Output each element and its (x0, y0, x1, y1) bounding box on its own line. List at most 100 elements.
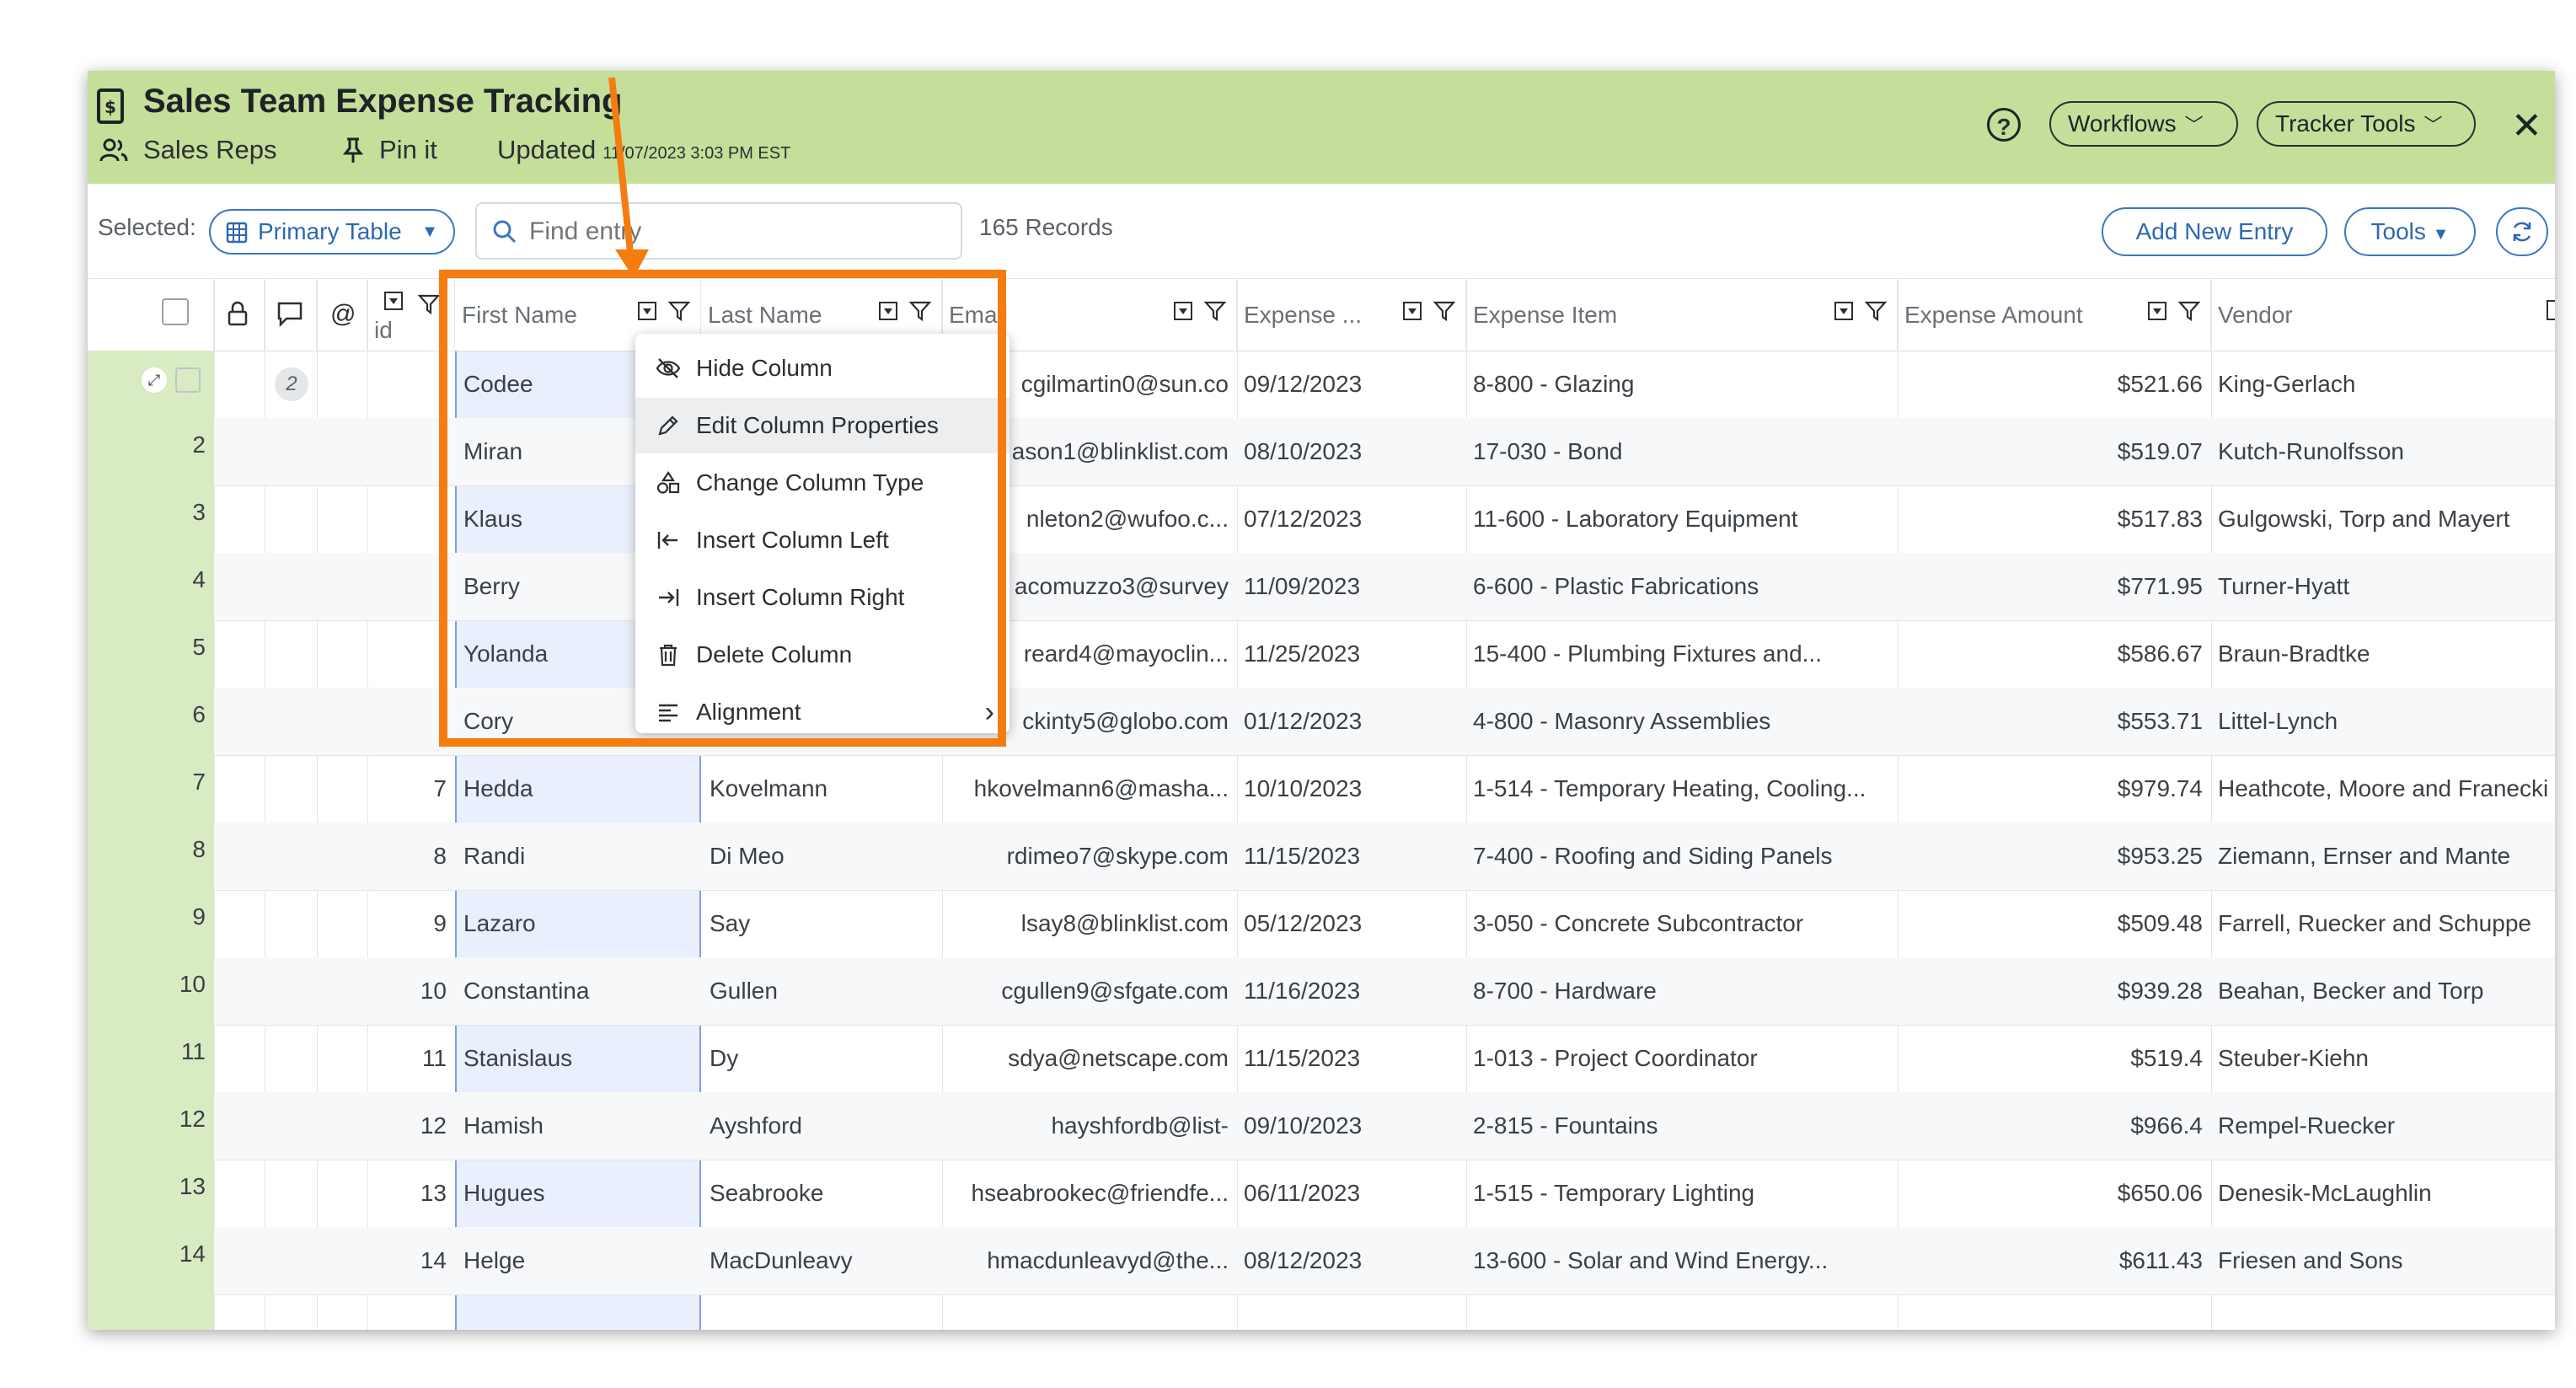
cell-first[interactable]: Hugues (457, 1160, 699, 1227)
cell-date[interactable]: 01/12/2023 (1237, 688, 1466, 755)
header-expense-date[interactable]: Expense ... (1237, 280, 1466, 351)
table-row[interactable]: 8 8 Randi Di Meo rdimeo7@skype.com 11/15/2023… (88, 823, 2555, 891)
cell-amount[interactable]: $650.06 (1898, 1160, 2211, 1227)
sort-icon[interactable] (2148, 302, 2166, 320)
filter-icon[interactable] (1433, 300, 1455, 322)
cell-amount[interactable]: $509.48 (1898, 890, 2211, 957)
cell-amount[interactable]: $771.95 (1898, 553, 2211, 620)
add-new-entry-button[interactable]: Add New Entry (2102, 207, 2327, 256)
cell-vendor[interactable]: Littel-Lynch (2211, 688, 2555, 755)
cell-item[interactable]: 1-013 - Project Coordinator (1466, 1025, 1898, 1092)
cell-id[interactable]: 12 (367, 1092, 452, 1160)
expand-icon[interactable]: ⤢ (142, 367, 167, 393)
cell-first[interactable]: Hamish (457, 1092, 699, 1160)
cell-vendor[interactable]: Denesik-McLaughlin (2211, 1160, 2555, 1227)
cell-amount[interactable]: $953.25 (1898, 823, 2211, 890)
search-input[interactable] (528, 214, 935, 249)
cell-email[interactable]: sdya@netscape.com (942, 1025, 1237, 1092)
search-box[interactable] (475, 202, 962, 260)
cell-item[interactable]: 6-600 - Plastic Fabrications (1466, 553, 1898, 620)
cell-vendor[interactable]: Braun-Bradtke (2211, 620, 2555, 688)
cell-last[interactable]: Ayshford (703, 1092, 940, 1160)
cell-vendor[interactable]: Friesen and Sons (2211, 1227, 2555, 1294)
cell-vendor[interactable]: Farrell, Ruecker and Schuppe (2211, 890, 2555, 957)
cell-vendor[interactable]: Steuber-Kiehn (2211, 1025, 2555, 1092)
filter-icon[interactable] (2178, 300, 2200, 322)
table-row[interactable]: 11 11 Stanislaus Dy sdya@netscape.com 11/15/2… (88, 1025, 2555, 1093)
tracker-tools-button[interactable]: Tracker Tools ﹀ (2257, 101, 2476, 147)
cell-item[interactable]: 13-600 - Solar and Wind Energy... (1466, 1227, 1898, 1294)
cell-amount[interactable]: $611.43 (1898, 1227, 2211, 1294)
cell-item[interactable]: 4-800 - Masonry Assemblies (1466, 688, 1898, 755)
cell-email[interactable]: hseabrookec@friendfe... (942, 1160, 1237, 1227)
table-row[interactable]: 10 10 Constantina Gullen cgullen9@sfgate.com… (88, 957, 2555, 1026)
cell-email[interactable]: hayshfordb@list- (942, 1092, 1237, 1160)
cell-date[interactable]: 11/25/2023 (1237, 620, 1466, 688)
cell-id[interactable]: 11 (367, 1025, 452, 1092)
cell-first[interactable]: Lazaro (457, 890, 699, 957)
cell-last[interactable]: Seabrooke (703, 1160, 940, 1227)
table-row[interactable]: 14 14 Helge MacDunleavy hmacdunleavyd@the...… (88, 1227, 2555, 1295)
cell-date[interactable]: 08/10/2023 (1237, 418, 1466, 485)
cell-date[interactable]: 07/12/2023 (1237, 485, 1466, 553)
cell-item[interactable]: 15-400 - Plumbing Fixtures and... (1466, 620, 1898, 688)
cell-vendor[interactable]: Beahan, Becker and Torp (2211, 957, 2555, 1025)
cell-amount[interactable]: $519.07 (1898, 418, 2211, 485)
cell-item[interactable]: 17-030 - Bond (1466, 418, 1898, 485)
cell-vendor[interactable]: Kutch-Runolfsson (2211, 418, 2555, 485)
sort-icon[interactable] (1174, 302, 1192, 320)
filter-icon[interactable] (1204, 300, 1226, 322)
cell-email[interactable]: cgullen9@sfgate.com (942, 957, 1237, 1025)
group-link[interactable]: Sales Reps (99, 135, 277, 165)
cell-date[interactable]: 09/12/2023 (1237, 351, 1466, 418)
cell-email[interactable]: hmacdunleavyd@the... (942, 1227, 1237, 1294)
cell-date[interactable]: 05/12/2023 (1237, 890, 1466, 957)
comment-count-badge[interactable]: 2 (275, 367, 308, 401)
cell-vendor[interactable]: King-Gerlach (2211, 351, 2555, 418)
table-row[interactable]: 12 12 Hamish Ayshford hayshfordb@list- 09/10/… (88, 1092, 2555, 1160)
cell-id[interactable]: 7 (367, 755, 452, 823)
cell-item[interactable]: 7-400 - Roofing and Siding Panels (1466, 823, 1898, 890)
cell-date[interactable]: 11/09/2023 (1237, 553, 1466, 620)
cell-item[interactable]: 8-700 - Hardware (1466, 957, 1898, 1025)
cell-id[interactable]: 13 (367, 1160, 452, 1227)
header-expense-item[interactable]: Expense Item (1466, 280, 1898, 351)
help-button[interactable]: ? (1987, 108, 2021, 142)
filter-icon[interactable] (418, 293, 440, 315)
cell-last[interactable]: Kovelmann (703, 755, 940, 823)
cell-last[interactable]: MacDunleavy (703, 1227, 940, 1294)
cell-item[interactable]: 11-600 - Laboratory Equipment (1466, 485, 1898, 553)
cell-email[interactable]: lsay8@blinklist.com (942, 890, 1237, 957)
table-row[interactable]: 9 9 Lazaro Say lsay8@blinklist.com 05/12/2023… (88, 890, 2555, 958)
cell-vendor[interactable]: Rempel-Ruecker (2211, 1092, 2555, 1160)
cell-first[interactable]: Helge (457, 1227, 699, 1294)
cell-amount[interactable]: $519.4 (1898, 1025, 2211, 1092)
cell-email[interactable]: hkovelmann6@masha... (942, 755, 1237, 823)
cell-vendor[interactable]: Ziemann, Ernser and Mante (2211, 823, 2555, 890)
cell-first[interactable]: Hedda (457, 755, 699, 823)
cell-vendor[interactable]: Heathcote, Moore and Franecki (2211, 755, 2555, 823)
cell-id[interactable]: 14 (367, 1227, 452, 1294)
cell-amount[interactable]: $966.4 (1898, 1092, 2211, 1160)
table-row[interactable]: 7 7 Hedda Kovelmann hkovelmann6@masha... 10/1… (88, 755, 2555, 823)
cell-amount[interactable]: $517.83 (1898, 485, 2211, 553)
close-icon[interactable]: ✕ (2511, 105, 2542, 147)
cell-vendor[interactable]: Turner-Hyatt (2211, 553, 2555, 620)
sort-icon[interactable] (384, 292, 403, 310)
cell-last[interactable]: Di Meo (703, 823, 940, 890)
cell-amount[interactable]: $586.67 (1898, 620, 2211, 688)
cell-id[interactable]: 8 (367, 823, 452, 890)
header-expense-amount[interactable]: Expense Amount (1898, 280, 2211, 351)
cell-item[interactable]: 1-514 - Temporary Heating, Cooling... (1466, 755, 1898, 823)
cell-first[interactable]: Randi (457, 823, 699, 890)
cell-date[interactable]: 11/16/2023 (1237, 957, 1466, 1025)
cell-date[interactable]: 08/12/2023 (1237, 1227, 1466, 1294)
filter-icon[interactable] (1865, 300, 1887, 322)
cell-id[interactable]: 10 (367, 957, 452, 1025)
cell-date[interactable]: 11/15/2023 (1237, 1025, 1466, 1092)
cell-amount[interactable]: $521.66 (1898, 351, 2211, 418)
table-select[interactable]: Primary Table ▼ (209, 209, 455, 255)
cell-date[interactable]: 09/10/2023 (1237, 1092, 1466, 1160)
table-row[interactable]: 13 13 Hugues Seabrooke hseabrookec@friendfe.… (88, 1160, 2555, 1228)
cell-date[interactable]: 11/15/2023 (1237, 823, 1466, 890)
